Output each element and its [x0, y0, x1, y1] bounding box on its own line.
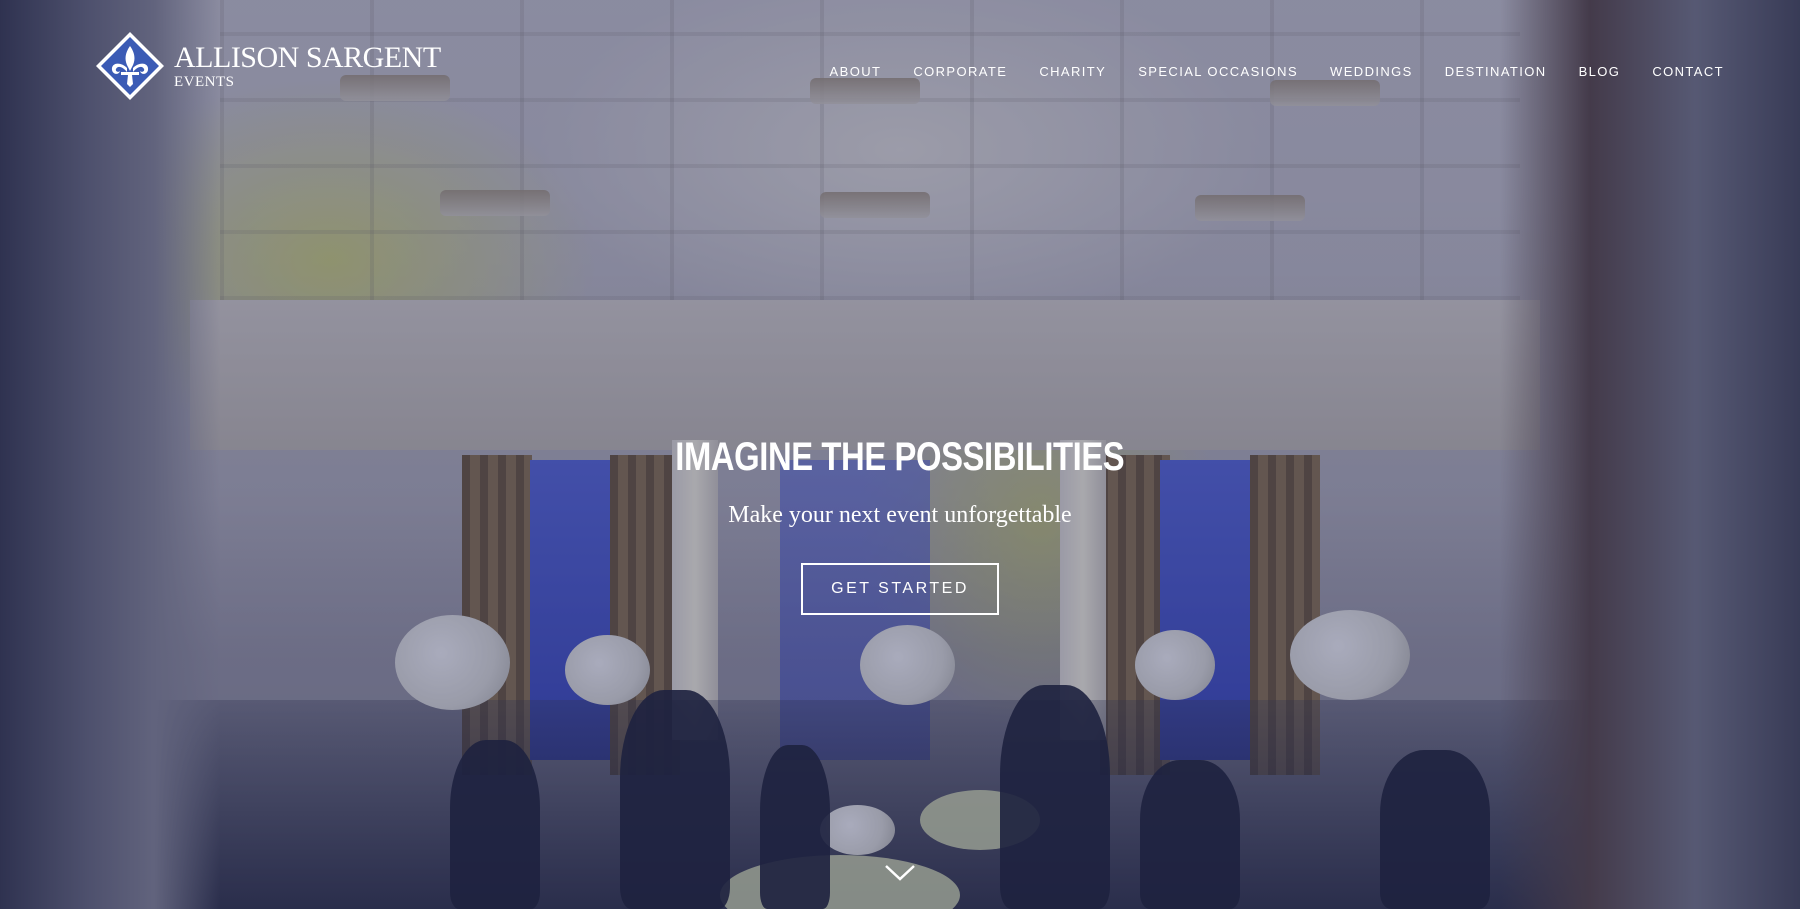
nav-item-about[interactable]: ABOUT — [830, 64, 882, 79]
main-nav: ABOUT CORPORATE CHARITY SPECIAL OCCASION… — [830, 64, 1724, 79]
fleur-de-lis-icon — [96, 32, 164, 100]
hero-section: ALLISON SARGENT EVENTS ABOUT CORPORATE C… — [0, 0, 1800, 909]
site-logo[interactable]: ALLISON SARGENT EVENTS — [94, 30, 441, 102]
get-started-button[interactable]: GET STARTED — [801, 563, 999, 615]
chevron-down-icon[interactable] — [884, 864, 916, 882]
nav-item-blog[interactable]: BLOG — [1579, 64, 1621, 79]
hero-content: IMAGINE THE POSSIBILITIES Make your next… — [0, 435, 1800, 615]
nav-item-corporate[interactable]: CORPORATE — [913, 64, 1007, 79]
logo-subtitle: EVENTS — [174, 73, 235, 90]
nav-item-contact[interactable]: CONTACT — [1652, 64, 1724, 79]
logo-wordmark: ALLISON SARGENT EVENTS — [174, 40, 441, 90]
nav-item-weddings[interactable]: WEDDINGS — [1330, 64, 1413, 79]
nav-item-destination[interactable]: DESTINATION — [1445, 64, 1547, 79]
hero-subtitle: Make your next event unforgettable — [728, 502, 1072, 528]
hero-title: IMAGINE THE POSSIBILITIES — [675, 435, 1125, 479]
nav-item-charity[interactable]: CHARITY — [1039, 64, 1106, 79]
nav-item-special-occasions[interactable]: SPECIAL OCCASIONS — [1138, 64, 1298, 79]
logo-name: ALLISON SARGENT — [174, 40, 441, 74]
